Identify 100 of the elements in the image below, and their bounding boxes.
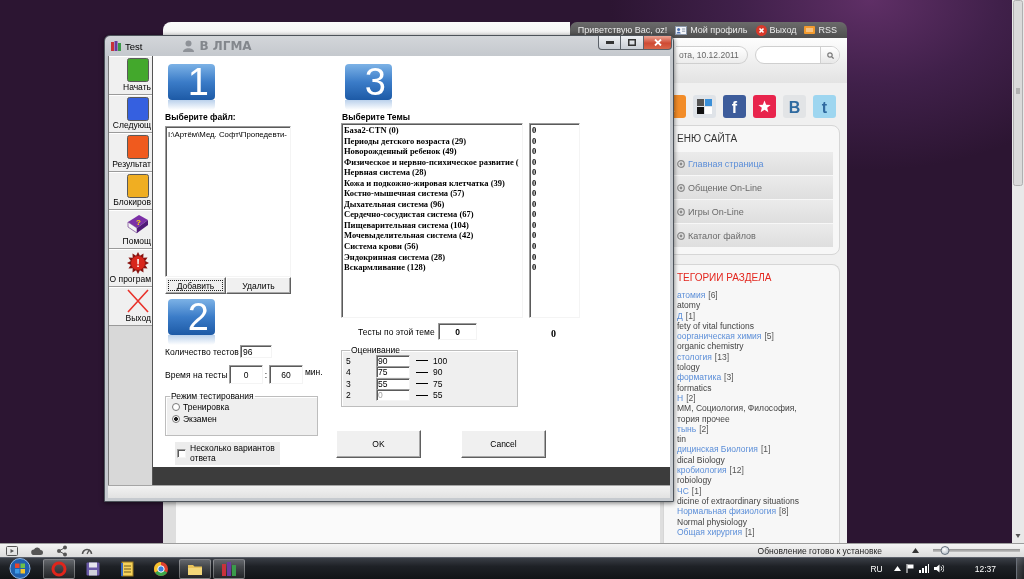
- caret-up-icon[interactable]: [912, 548, 919, 553]
- group-title: Режим тестирования: [170, 392, 255, 401]
- slider-thumb[interactable]: [940, 546, 950, 555]
- field-label: Тесты по этой теме: [358, 326, 436, 337]
- flag-icon[interactable]: [905, 564, 914, 573]
- signal-bars-icon[interactable]: [918, 564, 929, 573]
- topic-item[interactable]: Периоды детского возраста (29): [344, 135, 467, 147]
- cancel-button[interactable]: Cancel: [461, 430, 546, 458]
- topic-item[interactable]: База2-CTN (0): [344, 125, 399, 136]
- bullet-icon: [677, 183, 685, 192]
- item-count: [1]: [745, 526, 755, 538]
- category-subtitle: formatics: [677, 382, 712, 393]
- radio-button[interactable]: [172, 415, 180, 423]
- topic-item[interactable]: Эндокринная система (28): [344, 251, 446, 263]
- toolbar-button[interactable]: Результат: [109, 133, 152, 172]
- radio-label[interactable]: Тренировка: [183, 402, 230, 412]
- item-count: [2]: [699, 423, 709, 435]
- close-button[interactable]: [644, 36, 672, 50]
- logout-link[interactable]: Выход: [755, 24, 797, 36]
- toolbar-button[interactable]: ! О програм: [109, 248, 152, 287]
- search-button[interactable]: [820, 47, 839, 63]
- topic-count: 0: [532, 177, 537, 189]
- topic-count: 0: [532, 241, 537, 252]
- panel-title: ТЕГОРИИ РАЗДЕЛА: [676, 271, 773, 283]
- show-desktop-button[interactable]: [1016, 558, 1024, 579]
- test-count-field[interactable]: 96: [240, 345, 272, 358]
- hours-field[interactable]: 0: [229, 365, 263, 384]
- search-field[interactable]: [755, 46, 840, 64]
- minimize-button[interactable]: [598, 36, 621, 50]
- ok-button[interactable]: OK: [336, 430, 421, 458]
- topic-item[interactable]: Костно-мышечная система (57): [344, 188, 465, 199]
- site-title-text: В ЛГМА: [199, 39, 252, 53]
- letter-tile-icon[interactable]: t: [813, 95, 836, 118]
- topic-item[interactable]: Вскармливание (128): [344, 262, 426, 273]
- topic-count: 0: [532, 198, 537, 210]
- toolbar-button[interactable]: Следующ: [109, 94, 152, 133]
- clock-text[interactable]: 12:37: [974, 563, 996, 574]
- topic-item[interactable]: Новорожденный ребенок (49): [344, 146, 457, 157]
- category-subtitle: robiology: [677, 475, 712, 486]
- section-title: Выберите Темы: [342, 112, 410, 122]
- squares-icon[interactable]: [693, 95, 716, 118]
- topic-item[interactable]: Мочевыделительная система (42): [344, 230, 474, 241]
- checkbox[interactable]: [177, 449, 186, 458]
- maximize-icon: [628, 39, 636, 46]
- remove-button[interactable]: Удалить: [226, 277, 291, 294]
- score-limit: 75: [433, 378, 443, 389]
- bullet-icon: [677, 207, 685, 216]
- date-display: ота, 10.12.2011: [676, 46, 748, 64]
- toolbar-button[interactable]: Выход: [109, 287, 152, 326]
- rss-link[interactable]: RSS: [804, 25, 837, 35]
- item-count: [3]: [724, 372, 734, 383]
- topic-list[interactable]: [341, 123, 523, 318]
- radio-label[interactable]: Экзамен: [183, 414, 217, 424]
- topic-item[interactable]: Дыхательная система (96): [344, 198, 445, 210]
- grade-label: 3: [346, 378, 352, 389]
- topic-count: 0: [532, 251, 537, 263]
- taskbar-button[interactable]: [179, 558, 211, 579]
- topic-item[interactable]: Кожа и подкожно-жировая клетчатка (39): [344, 177, 505, 189]
- add-button[interactable]: Добавить: [165, 277, 226, 294]
- topic-item[interactable]: Пищеварительная система (104): [344, 219, 469, 231]
- letter-tile-icon[interactable]: f: [723, 95, 746, 118]
- toolbar-button[interactable]: Начать: [109, 56, 152, 95]
- id-card-icon: [675, 25, 688, 35]
- section-title: Выберите файл:: [165, 112, 236, 122]
- category-subtitle: fety of vital functions: [677, 320, 754, 332]
- topic-item[interactable]: Сердечно-сосудистая система (67): [344, 209, 474, 220]
- topic-count: 0: [532, 209, 537, 220]
- minutes-field[interactable]: 60: [269, 365, 303, 384]
- topic-tests-field[interactable]: 0: [438, 323, 477, 340]
- greeting-text: Приветствую Вас, oz!: [577, 25, 668, 35]
- topic-count: 0: [532, 188, 537, 199]
- score-limit: 90: [433, 367, 443, 378]
- topic-count: 0: [532, 230, 537, 241]
- toolbar-button[interactable]: ? Помощ: [109, 210, 152, 249]
- item-count: [1]: [691, 485, 702, 496]
- grade-label: 2: [346, 390, 352, 401]
- score-field[interactable]: 90: [376, 354, 410, 367]
- item-count: [13]: [714, 351, 729, 363]
- language-indicator[interactable]: RU: [870, 563, 883, 574]
- topic-item[interactable]: Система крови (56): [344, 241, 419, 252]
- notepad-icon: [119, 560, 135, 577]
- topic-item[interactable]: Нервная система (28): [344, 167, 427, 178]
- score-limit: 100: [433, 355, 448, 366]
- checkbox-label[interactable]: Несколько вариантов ответа: [190, 444, 278, 463]
- score-field[interactable]: 75: [376, 366, 410, 379]
- topic-count: 0: [532, 167, 537, 178]
- caret-up-icon[interactable]: [893, 566, 901, 571]
- maximize-button[interactable]: [621, 36, 644, 50]
- topic-count: 0: [532, 125, 537, 136]
- toolbar-button[interactable]: Блокиров: [109, 171, 152, 210]
- speaker-icon[interactable]: [933, 564, 944, 573]
- radio-button[interactable]: [172, 403, 180, 411]
- topic-item[interactable]: Физическое и нервно-психическое развитие (: [344, 156, 519, 168]
- window-title: Test: [125, 40, 143, 52]
- page-scrollbar[interactable]: [1012, 0, 1024, 543]
- category-subtitle: tin: [677, 434, 686, 445]
- category-subtitle: dicine of extraordinary situations: [677, 495, 799, 507]
- start-orb-icon[interactable]: [9, 558, 31, 579]
- profile-link[interactable]: Мой профиль: [675, 25, 748, 35]
- letter-tile-icon[interactable]: B: [783, 95, 806, 118]
